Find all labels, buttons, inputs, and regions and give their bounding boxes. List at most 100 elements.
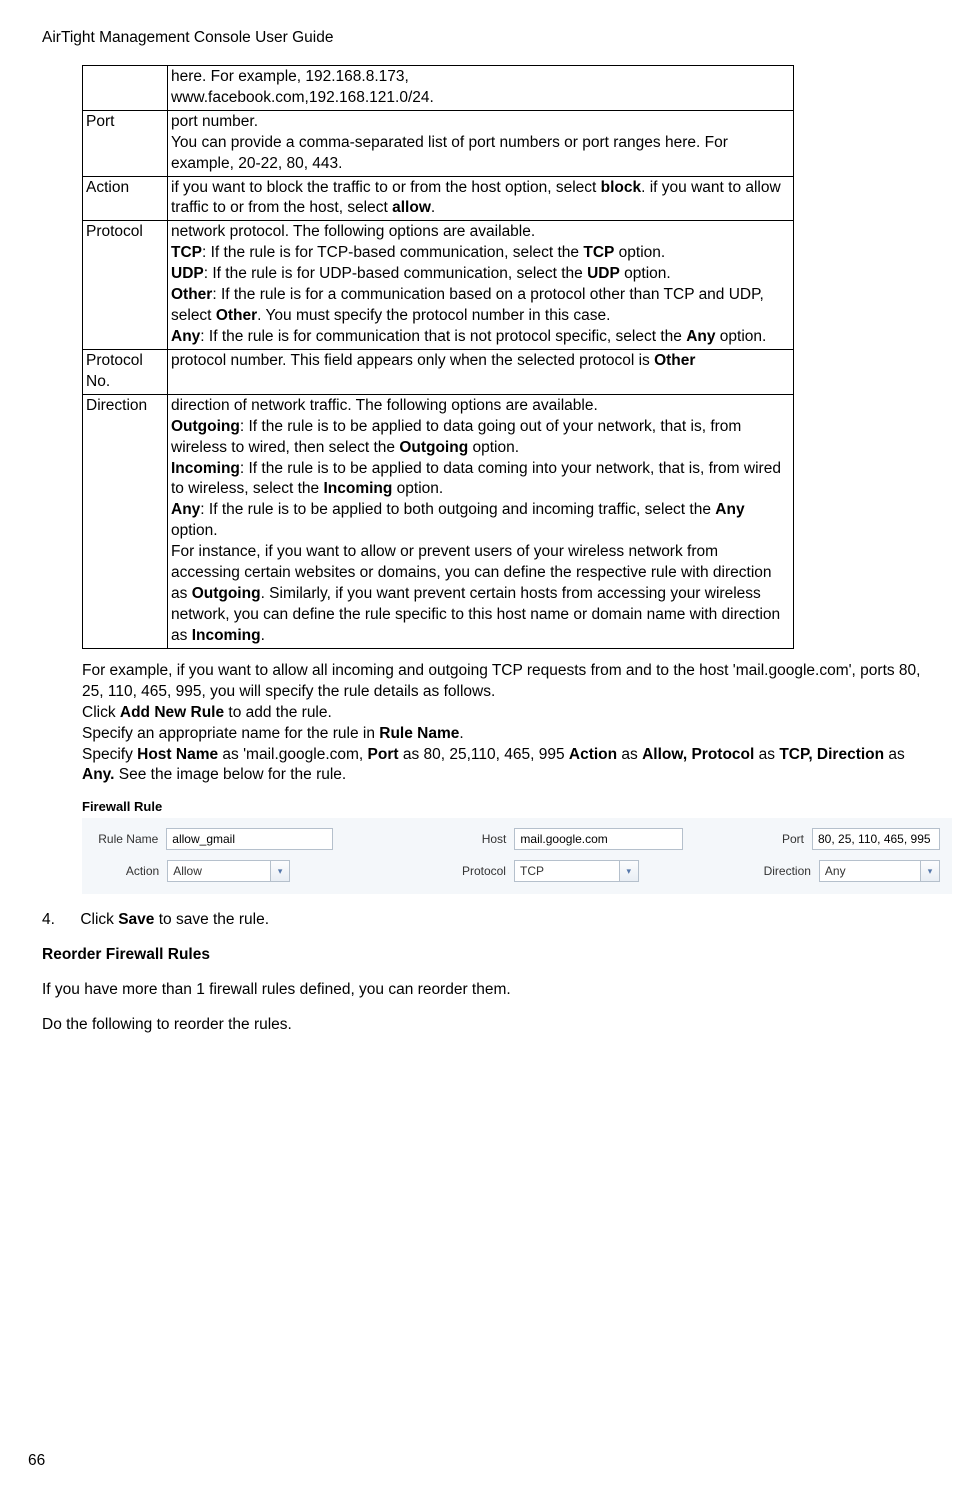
text: as xyxy=(617,746,642,763)
firewall-rule-title: Firewall Rule xyxy=(82,798,925,816)
field-name: Port xyxy=(83,110,168,176)
host-label: Host xyxy=(451,831,514,847)
bold: Save xyxy=(118,911,154,928)
cell-text: : If the rule is for UDP-based communica… xyxy=(204,265,587,282)
bold: Allow, Protocol xyxy=(642,746,754,763)
port-input[interactable] xyxy=(812,828,940,850)
action-value: Allow xyxy=(173,863,202,879)
cell-text: direction of network traffic. The follow… xyxy=(171,397,598,414)
field-name: Protocol No. xyxy=(83,349,168,394)
text: See the image below for the rule. xyxy=(114,766,346,783)
rulename-input[interactable] xyxy=(166,828,333,850)
cell-text: : If the rule is for communication that … xyxy=(200,328,686,345)
bold: Other xyxy=(654,352,695,369)
action-label: Action xyxy=(94,863,167,879)
cell-text: option. xyxy=(392,480,443,497)
cell-text: here. For example, 192.168.8.173, xyxy=(171,68,409,85)
protocol-label: Protocol xyxy=(450,863,514,879)
table-row: Protocol No. protocol number. This field… xyxy=(83,349,794,394)
cell-text: : If the rule is to be applied to data c… xyxy=(171,460,781,498)
text: Click xyxy=(80,911,118,928)
bold: Any xyxy=(171,328,200,345)
bold: Any xyxy=(715,501,744,518)
cell-text: option. xyxy=(171,522,218,539)
cell-text: . xyxy=(261,627,265,644)
bold: Add New Rule xyxy=(120,704,224,721)
bold: Other xyxy=(171,286,212,303)
bold: Outgoing xyxy=(192,585,261,602)
direction-value: Any xyxy=(825,863,846,879)
reorder-p2: Do the following to reorder the rules. xyxy=(42,1015,925,1036)
rulename-label: Rule Name xyxy=(94,831,166,847)
text: For example, if you want to allow all in… xyxy=(82,662,920,700)
cell-text: www.facebook.com,192.168.121.0/24. xyxy=(171,89,434,106)
cell-text: protocol number. This field appears only… xyxy=(171,352,654,369)
page-header: AirTight Management Console User Guide xyxy=(42,28,925,49)
text: Specify xyxy=(82,746,137,763)
bold: UDP xyxy=(171,265,204,282)
bold: Any xyxy=(171,501,200,518)
cell-text: network protocol. The following options … xyxy=(171,223,535,240)
step-4: 4. Click Save to save the rule. xyxy=(42,910,925,931)
cell-text: option. xyxy=(715,328,766,345)
cell-text: if you want to block the traffic to or f… xyxy=(171,179,601,196)
reorder-p1: If you have more than 1 firewall rules d… xyxy=(42,980,925,1001)
cell-text: : If the rule is for TCP-based communica… xyxy=(202,244,583,261)
cell-text: option. xyxy=(614,244,665,261)
table-row: Action if you want to block the traffic … xyxy=(83,176,794,221)
text: as 80, 25,110, 465, 995 xyxy=(399,746,569,763)
cell-text: . xyxy=(431,199,435,216)
field-name: Direction xyxy=(83,394,168,648)
text: as 'mail.google.com, xyxy=(218,746,367,763)
text: Specify an appropriate name for the rule… xyxy=(82,725,379,742)
bold: allow xyxy=(392,199,431,216)
fields-table: here. For example, 192.168.8.173, www.fa… xyxy=(82,65,794,649)
field-name: Protocol xyxy=(83,221,168,350)
protocol-select[interactable]: TCP ▾ xyxy=(514,860,639,882)
text: as xyxy=(884,746,905,763)
text: . xyxy=(459,725,463,742)
cell-text: : If the rule is to be applied to both o… xyxy=(200,501,715,518)
bold: Outgoing xyxy=(399,439,468,456)
bold: UDP xyxy=(587,265,620,282)
bold: TCP, Direction xyxy=(779,746,884,763)
bold: Outgoing xyxy=(171,418,240,435)
cell-text: option. xyxy=(468,439,519,456)
bold: Action xyxy=(569,746,617,763)
text: to save the rule. xyxy=(154,911,269,928)
port-label: Port xyxy=(753,831,812,847)
chevron-down-icon: ▾ xyxy=(270,861,289,881)
reorder-heading: Reorder Firewall Rules xyxy=(42,945,925,966)
bold: Incoming xyxy=(171,460,240,477)
text: as xyxy=(754,746,779,763)
field-name: Action xyxy=(83,176,168,221)
table-row: Direction direction of network traffic. … xyxy=(83,394,794,648)
cell-text: port number. xyxy=(171,113,258,130)
bold: Incoming xyxy=(192,627,261,644)
host-input[interactable] xyxy=(514,828,682,850)
bold: TCP xyxy=(171,244,202,261)
page-number: 66 xyxy=(28,1451,45,1472)
direction-select[interactable]: Any ▾ xyxy=(819,860,940,882)
bold: Any. xyxy=(82,766,114,783)
bold: Host Name xyxy=(137,746,218,763)
table-row: Port port number. You can provide a comm… xyxy=(83,110,794,176)
protocol-value: TCP xyxy=(520,863,544,879)
bold: Rule Name xyxy=(379,725,459,742)
chevron-down-icon: ▾ xyxy=(920,861,939,881)
example-paragraph: For example, if you want to allow all in… xyxy=(82,661,925,787)
table-row: Protocol network protocol. The following… xyxy=(83,221,794,350)
bold: Port xyxy=(368,746,399,763)
action-select[interactable]: Allow ▾ xyxy=(167,860,290,882)
step-number: 4. xyxy=(42,910,76,931)
direction-label: Direction xyxy=(759,863,819,879)
cell-text: You can provide a comma-separated list o… xyxy=(171,134,728,172)
text: Click xyxy=(82,704,120,721)
chevron-down-icon: ▾ xyxy=(619,861,638,881)
bold: Incoming xyxy=(323,480,392,497)
bold: TCP xyxy=(583,244,614,261)
cell-text: option. xyxy=(620,265,671,282)
cell-text: . You must specify the protocol number i… xyxy=(257,307,610,324)
text: to add the rule. xyxy=(224,704,332,721)
bold: Other xyxy=(216,307,257,324)
